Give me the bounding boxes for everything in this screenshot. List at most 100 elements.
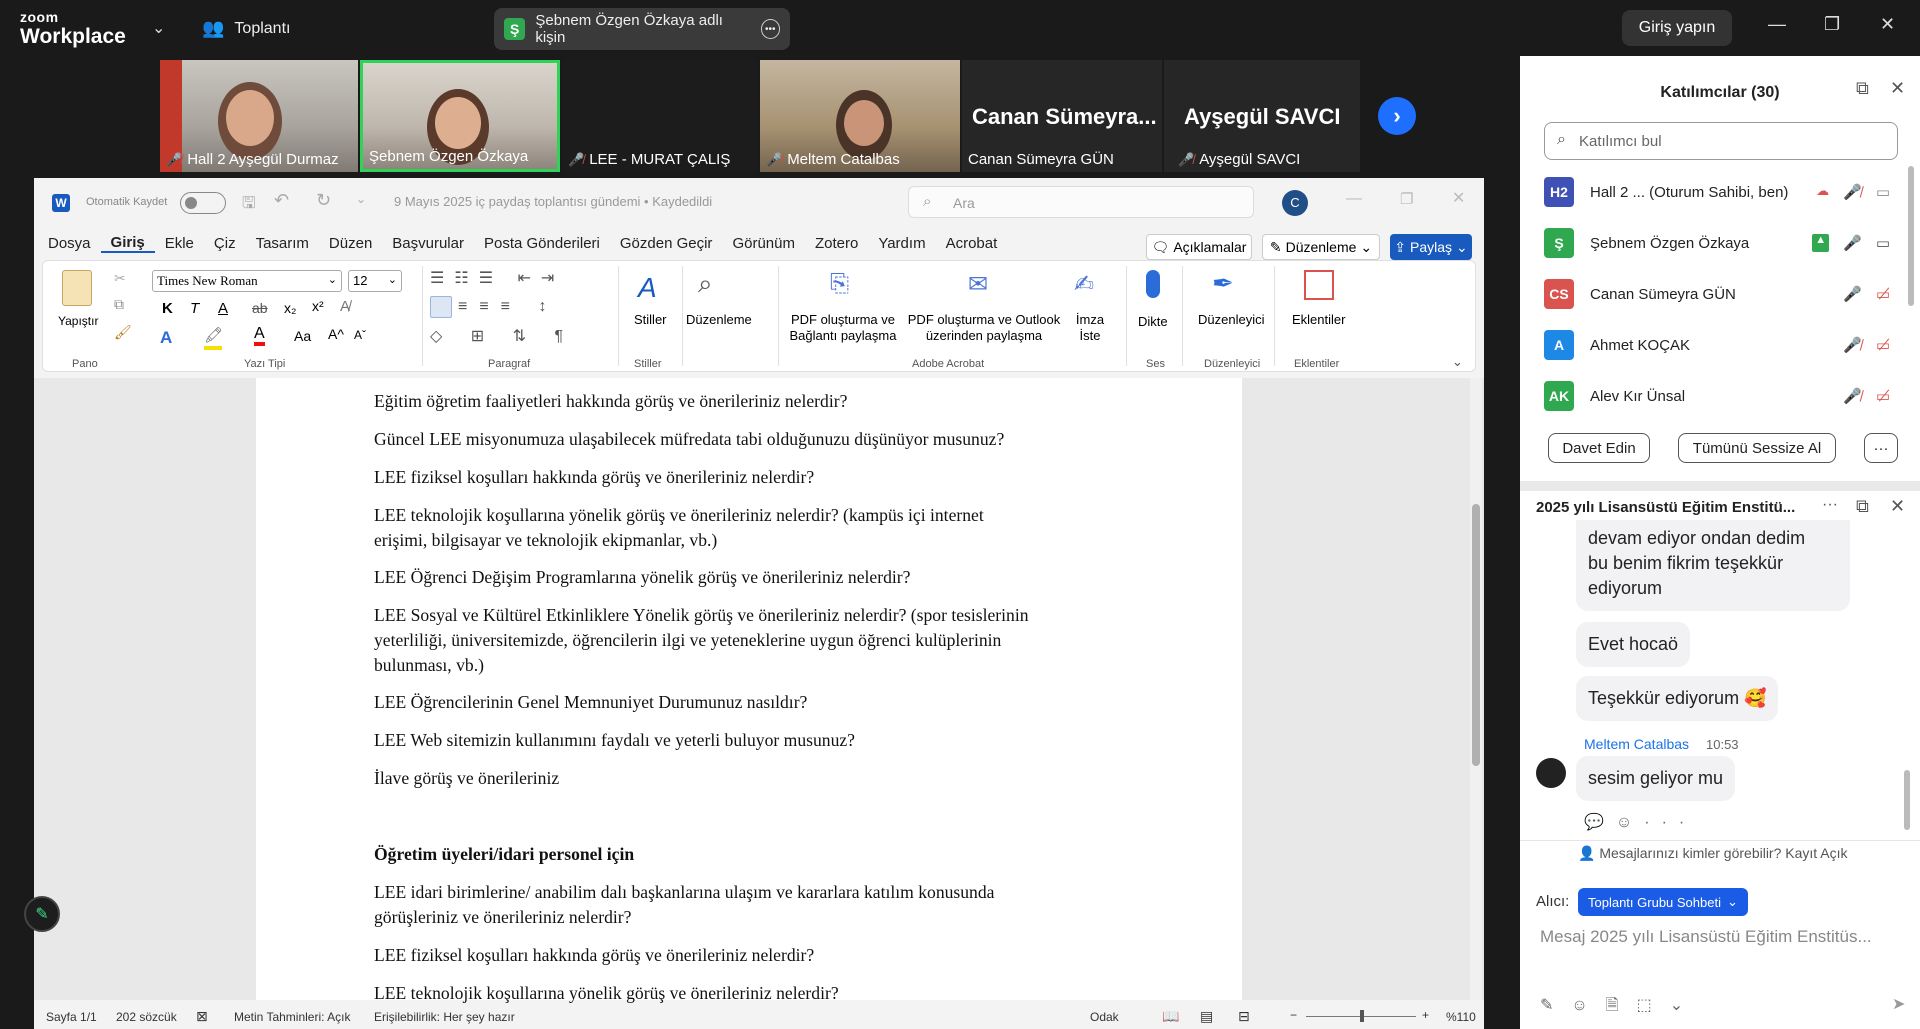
- participant-row[interactable]: AK Alev Kır Ünsal 🎤̸ ▭̸: [1544, 376, 1920, 416]
- change-case-button[interactable]: Aa: [294, 328, 311, 344]
- participant-search-input[interactable]: ⌕ Katılımcı bul: [1544, 122, 1898, 160]
- zoom-slider-thumb[interactable]: [1360, 1010, 1364, 1022]
- chat-message[interactable]: sesim geliyor mu: [1576, 756, 1736, 801]
- popout-icon[interactable]: ⧉: [1856, 78, 1869, 99]
- video-tile[interactable]: 🎤̸ LEE - MURAT ÇALIŞ: [562, 60, 758, 172]
- font-size-select[interactable]: 12 ⌄: [348, 270, 402, 292]
- scrollbar-thumb[interactable]: [1472, 504, 1480, 766]
- editor-icon[interactable]: ✒: [1212, 268, 1234, 299]
- zoom-in-icon[interactable]: +: [1422, 1008, 1429, 1022]
- doc-line[interactable]: LEE fiziksel koşulları hakkında görüş ve…: [374, 465, 814, 490]
- doc-line[interactable]: bulunması, vb.): [374, 653, 484, 678]
- tab-posta[interactable]: Posta Gönderileri: [474, 235, 610, 252]
- addins-label[interactable]: Eklentiler: [1292, 312, 1345, 327]
- find-icon[interactable]: ⌕: [698, 268, 713, 300]
- print-layout-icon[interactable]: ▤: [1200, 1008, 1213, 1025]
- close-icon[interactable]: ✕: [1890, 78, 1905, 99]
- pdf-share-label[interactable]: PDF oluşturma ve Bağlantı paylaşma: [788, 312, 898, 344]
- word-count[interactable]: 202 sözcük: [116, 1010, 177, 1024]
- popout-icon[interactable]: ⧉: [1856, 496, 1869, 517]
- superscript-button[interactable]: x²: [312, 298, 324, 314]
- close-icon[interactable]: ✕: [1890, 496, 1905, 517]
- read-mode-icon[interactable]: 📖: [1162, 1008, 1179, 1025]
- zoom-level[interactable]: %110: [1446, 1010, 1476, 1024]
- video-tile[interactable]: Ayşegül SAVCI 🎤̸ Ayşegül SAVCI: [1164, 60, 1360, 172]
- participant-row[interactable]: A Ahmet KOÇAK 🎤̸ ▭̸: [1544, 325, 1920, 365]
- pdf-outlook-icon[interactable]: ✉: [968, 270, 988, 299]
- doc-line[interactable]: Güncel LEE misyonumuza ulaşabilecek müfr…: [374, 427, 1004, 452]
- editing-mode-button[interactable]: ✎ Düzenleme ⌄: [1262, 234, 1380, 260]
- next-page-arrow-icon[interactable]: ›: [1378, 97, 1416, 135]
- styles-icon[interactable]: A: [638, 272, 657, 304]
- highlighter-icon[interactable]: 🖍: [204, 326, 223, 344]
- chat-input[interactable]: Mesaj 2025 yılı Lisansüstü Eğitim Enstit…: [1540, 927, 1872, 947]
- doc-line[interactable]: İlave görüş ve önerileriniz: [374, 766, 559, 791]
- tab-zotero[interactable]: Zotero: [805, 235, 868, 252]
- text-effects-icon[interactable]: A: [160, 328, 172, 348]
- video-off-icon[interactable]: ▭̸: [1876, 387, 1890, 405]
- tab-ekle[interactable]: Ekle: [155, 235, 204, 252]
- customize-qat-icon[interactable]: ⌄: [356, 192, 366, 206]
- clipboard-icon[interactable]: [62, 270, 92, 306]
- share-button[interactable]: ⇪ Paylaş ⌄: [1390, 234, 1472, 260]
- doc-line[interactable]: LEE Web sitemizin kullanımını faydalı ve…: [374, 728, 855, 753]
- doc-line[interactable]: LEE idari birimlerine/ anabilim dalı baş…: [374, 880, 994, 905]
- doc-line[interactable]: LEE Sosyal ve Kültürel Etkinliklere Yöne…: [374, 603, 1029, 628]
- proofing-icon[interactable]: ⊠: [196, 1008, 208, 1025]
- participant-row[interactable]: Ş Şebnem Özgen Özkaya ▲ 🎤 ▭: [1544, 223, 1920, 263]
- tab-giris[interactable]: Giriş: [100, 234, 155, 253]
- tab-basvurular[interactable]: Başvurular: [382, 235, 474, 252]
- doc-line[interactable]: LEE teknolojik koşullarına yönelik görüş…: [374, 981, 839, 1006]
- annotate-pen-icon[interactable]: ✎: [24, 896, 60, 932]
- underline-button[interactable]: A: [218, 300, 228, 317]
- chat-sender[interactable]: Meltem Catalbas: [1584, 736, 1689, 752]
- editor-label[interactable]: Düzenleyici: [1198, 312, 1264, 327]
- signature-icon[interactable]: ✍: [1074, 270, 1094, 299]
- chat-message[interactable]: Teşekkür ediyorum 🥰: [1576, 676, 1779, 721]
- list-buttons[interactable]: ☰☷☰ ⇤⇥: [430, 268, 564, 288]
- tab-ciz[interactable]: Çiz: [204, 235, 246, 252]
- alignment-buttons[interactable]: ≡≡≡ ↕: [458, 298, 558, 316]
- minimize-icon[interactable]: —: [1768, 14, 1786, 35]
- format-painter-icon[interactable]: 🖌: [114, 324, 132, 341]
- meeting-info-button[interactable]: 👥 Toplantı: [202, 18, 290, 39]
- tab-yardim[interactable]: Yardım: [868, 235, 935, 252]
- minimize-icon[interactable]: —: [1346, 190, 1362, 208]
- sign-label[interactable]: İmza İste: [1068, 312, 1112, 344]
- redo-icon[interactable]: ↻: [316, 190, 331, 211]
- chat-toolbar[interactable]: ✎☺🗎⬚⌄: [1540, 994, 1701, 1021]
- focus-mode[interactable]: Odak: [1090, 1010, 1119, 1024]
- chat-visibility-info[interactable]: 👤 Mesajlarınızı kimler görebilir? Kayıt …: [1578, 845, 1848, 862]
- clear-format-icon[interactable]: A̸: [340, 298, 350, 315]
- tab-acrobat[interactable]: Acrobat: [936, 235, 1008, 252]
- doc-line[interactable]: LEE teknolojik koşullarına yönelik görüş…: [374, 503, 984, 528]
- italic-button[interactable]: T: [190, 300, 199, 317]
- collapse-ribbon-icon[interactable]: ⌄: [1452, 354, 1463, 370]
- close-icon[interactable]: ✕: [1880, 14, 1895, 35]
- word-search-box[interactable]: ⌕ Ara: [908, 186, 1254, 218]
- save-icon[interactable]: 🖫: [242, 192, 256, 219]
- undo-icon[interactable]: ↶: [274, 190, 289, 211]
- doc-line[interactable]: görüşleriniz ve önerileriniz nelerdir?: [374, 905, 631, 930]
- doc-line[interactable]: erişimi, bilgisayar ve teknolojik ekipma…: [374, 528, 717, 553]
- message-reactions[interactable]: 💬☺···: [1584, 812, 1696, 832]
- signin-button[interactable]: Giriş yapın: [1622, 10, 1732, 46]
- restore-icon[interactable]: ❐: [1824, 14, 1840, 35]
- pdf-link-icon[interactable]: ⎘: [830, 270, 849, 298]
- cut-icon[interactable]: ✂: [114, 270, 126, 287]
- comments-button[interactable]: 🗨 Açıklamalar: [1146, 234, 1252, 260]
- shading-border-sort-buttons[interactable]: ◇ ⊞ ⇅ ¶: [430, 326, 575, 346]
- send-icon[interactable]: ➤: [1892, 994, 1905, 1014]
- chat-message[interactable]: Evet hocaö: [1576, 622, 1691, 667]
- video-icon[interactable]: ▭: [1876, 183, 1890, 201]
- editing-group-label[interactable]: Düzenleme: [686, 312, 752, 327]
- font-color-button[interactable]: A: [254, 326, 265, 346]
- addins-icon[interactable]: [1304, 270, 1334, 300]
- video-tile[interactable]: 🎤̸ Hall 2 Ayşegül Durmaz: [160, 60, 358, 172]
- chevron-down-icon[interactable]: ⌄: [152, 18, 165, 38]
- mic-icon[interactable]: 🎤: [1843, 234, 1862, 252]
- chat-scrollbar[interactable]: [1904, 770, 1910, 830]
- autosave-toggle[interactable]: [180, 192, 226, 214]
- page-count[interactable]: Sayfa 1/1: [46, 1010, 97, 1024]
- mic-muted-icon[interactable]: 🎤̸: [1843, 336, 1862, 354]
